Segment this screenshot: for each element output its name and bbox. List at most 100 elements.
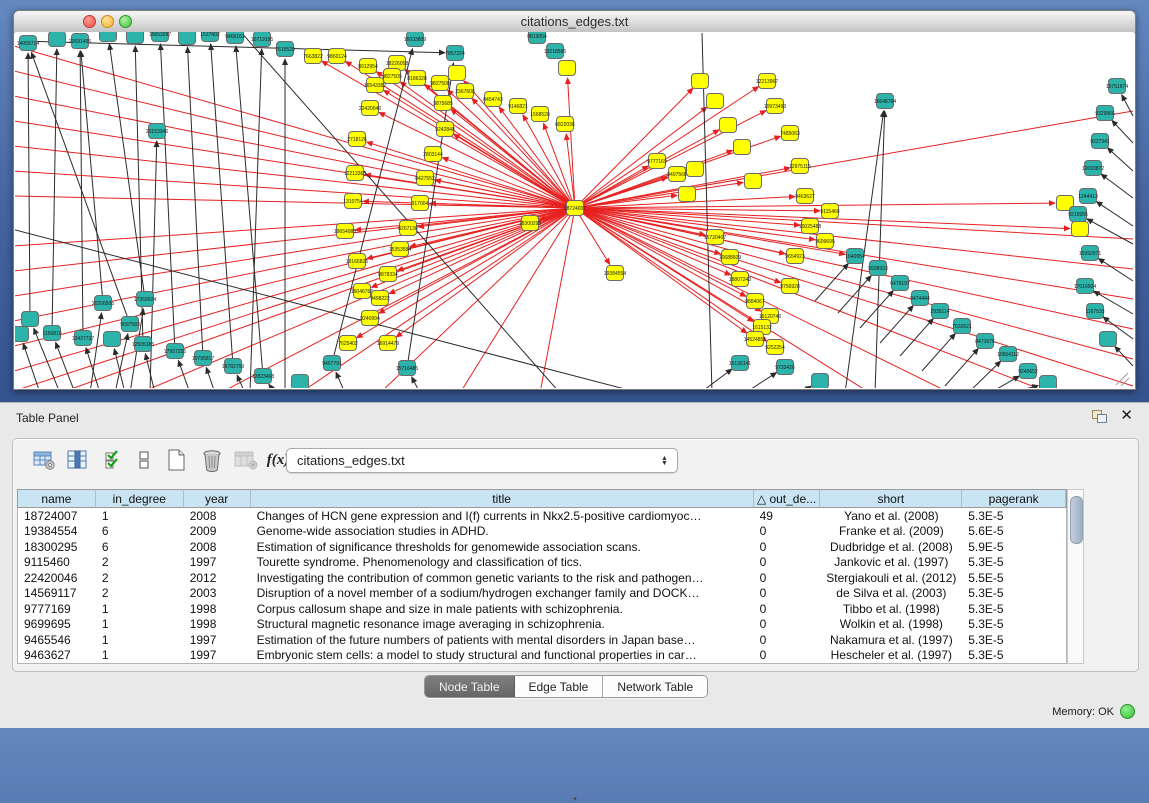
graph-node[interactable]: 22420046 [359,101,381,116]
graph-node[interactable]: 8813054 [527,32,547,44]
graph-node[interactable]: 9329966 [1095,106,1115,121]
graph-node[interactable]: 8267130 [398,221,418,236]
graph-node[interactable]: 1156819 [42,326,61,341]
table-row[interactable]: 1938455462009Genome-wide association stu… [18,524,1066,540]
citation-network-graph[interactable]: 1872400776638229860124891295418226058982… [15,32,1134,388]
graph-node[interactable]: 9463627 [795,189,815,204]
graph-node[interactable]: 8471676 [975,334,995,349]
graph-node[interactable] [707,94,724,109]
graph-node[interactable]: 14524851 [744,332,766,347]
graph-node[interactable]: 16648784 [874,94,896,109]
graph-node[interactable]: 9654923 [785,249,805,264]
graph-node[interactable]: 16033809 [404,32,426,47]
graph-node[interactable]: 10719195 [251,32,273,47]
graph-node[interactable] [1040,376,1057,389]
split-pane-handle[interactable]: ▾ [568,797,582,803]
graph-node[interactable] [22,312,39,327]
graph-node[interactable]: 8912954 [358,59,378,74]
column-header-pagerank[interactable]: pagerank [962,490,1066,507]
graph-node[interactable]: 13427737 [72,331,94,346]
graph-node[interactable]: 1568520 [530,107,550,122]
table-row[interactable]: 977716911998Corpus callosum shape and si… [18,601,1066,617]
column-header-name[interactable]: name [18,490,96,507]
graph-node[interactable] [692,74,709,89]
close-panel-icon[interactable]: ✕ [1120,407,1133,425]
table-row[interactable]: 2242004622012Investigating the contribut… [18,570,1066,586]
stacked-squares-icon[interactable] [131,447,157,473]
graph-node[interactable]: 1527602 [200,32,220,42]
graph-node[interactable]: 14055714 [17,36,39,51]
network-canvas[interactable]: 1872400776638229860124891295418226058982… [15,32,1134,388]
table-row[interactable]: 946554611997Estimation of the future num… [18,632,1066,648]
graph-node[interactable]: 6479197 [890,276,910,291]
graph-node[interactable]: 9146821 [508,99,528,114]
trash-icon[interactable] [199,447,225,473]
graph-node[interactable]: 7632621 [952,319,972,334]
graph-node[interactable]: 8186328 [407,71,427,86]
graph-node[interactable]: 19166825 [346,254,368,269]
graph-node[interactable]: 9097583 [120,317,140,332]
graph-node[interactable]: 6822036 [555,117,575,132]
graph-node[interactable]: 15751874 [1106,79,1128,94]
graph-node[interactable]: 12213363 [344,166,366,181]
graph-node[interactable]: 9227341 [1090,134,1110,149]
graph-node[interactable]: 10025488 [799,219,821,234]
graph-node[interactable] [104,332,121,347]
graph-node[interactable]: 9860124 [327,49,347,64]
table-scrollbar[interactable] [1067,489,1084,664]
table-row[interactable]: 1872400712008Changes of HCN gene express… [18,508,1066,524]
table-row[interactable]: 969969511998Structural magnetic resonanc… [18,617,1066,633]
column-header-in_degree[interactable]: in_degree [96,490,184,507]
graph-node[interactable]: 7485063 [780,126,800,141]
graph-node[interactable]: 2718126 [347,132,367,147]
table-body[interactable]: 1872400712008Changes of HCN gene express… [17,508,1067,664]
graph-node[interactable] [179,32,196,45]
graph-node[interactable]: 7663822 [303,49,323,64]
graph-node[interactable]: 9245652 [1018,364,1038,379]
graph-node[interactable]: 9827505 [382,69,402,84]
tab-node-table[interactable]: Node Table [425,676,515,697]
graph-node[interactable] [687,162,704,177]
graph-node[interactable]: 10795817 [192,351,214,366]
graph-node[interactable]: 9777169 [647,154,667,169]
graph-node[interactable]: 1244413 [1078,189,1098,204]
graph-node[interactable] [720,118,737,133]
graph-node[interactable]: 19654985 [334,224,356,239]
graph-node[interactable]: 2935114 [930,304,949,319]
graph-node[interactable]: 12213967 [756,74,778,89]
graph-node[interactable]: 8454743 [483,92,503,107]
column-header-out_de[interactable]: △ out_de... [754,490,821,507]
table-header-row[interactable]: namein_degreeyeartitle△ out_de...shortpa… [17,489,1067,508]
table-row[interactable]: 1830029562008Estimation of significance … [18,539,1066,555]
graph-node[interactable]: 15720407 [704,230,726,245]
graph-node[interactable]: 9215955 [1068,207,1088,222]
graph-node[interactable]: 9497568 [667,167,687,182]
graph-node[interactable]: 10654112 [997,347,1019,362]
column-header-short[interactable]: short [820,490,962,507]
graph-node[interactable]: 18300295 [519,216,541,231]
graph-node[interactable]: 1167533 [1085,304,1104,319]
graph-node[interactable]: 9115460 [820,204,839,219]
graph-node[interactable]: 20153346 [146,124,168,139]
graph-node[interactable]: 12823468 [252,369,274,384]
graph-node[interactable]: 1640954 [845,249,865,264]
graph-node[interactable]: 7857224 [445,46,465,61]
graph-node[interactable] [49,32,66,47]
graph-node[interactable] [734,140,751,155]
window-titlebar[interactable]: citations_edges.txt [14,11,1135,33]
graph-node[interactable]: 5938923 [868,261,888,276]
graph-node[interactable]: 20206505 [92,296,114,311]
table-row[interactable]: 911546021997Tourette syndrome. Phenomeno… [18,555,1066,571]
graph-node[interactable] [292,375,309,389]
graph-node[interactable]: 20691406 [69,34,91,49]
graph-node[interactable]: 9699695 [815,234,835,249]
graph-node[interactable]: 12505185 [132,337,154,352]
graph-node[interactable]: 9884067 [745,294,765,309]
graph-node[interactable]: 9240994 [360,311,380,326]
table-settings-icon[interactable] [31,447,57,473]
graph-node[interactable] [812,374,829,389]
tab-network-table[interactable]: Network Table [603,676,707,697]
graph-node[interactable] [679,187,696,202]
graph-node[interactable]: 7625402 [338,336,358,351]
graph-node[interactable] [745,174,762,189]
